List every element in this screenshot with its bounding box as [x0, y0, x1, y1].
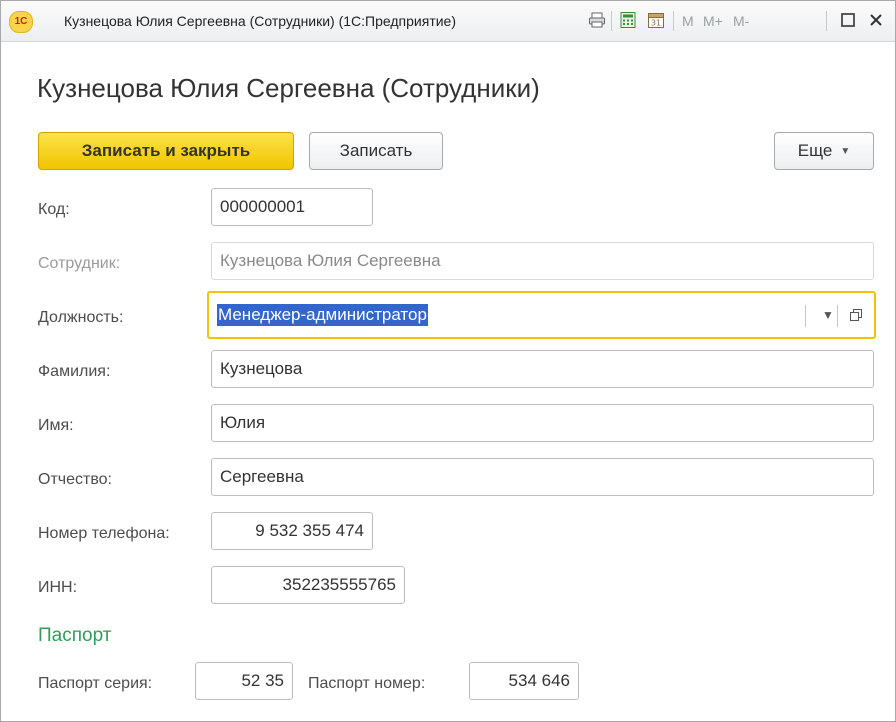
memory-button-m-minus[interactable]: M-	[733, 13, 749, 29]
toolbar-separator	[611, 11, 612, 31]
save-and-close-button[interactable]: Записать и закрыть	[38, 132, 294, 170]
open-form-icon[interactable]	[839, 298, 873, 332]
1c-logo-icon[interactable]: 1С	[9, 11, 33, 33]
calendar-icon[interactable]: 31	[645, 9, 667, 31]
maximize-icon[interactable]	[837, 9, 859, 31]
chevron-down-icon: ▼	[840, 145, 851, 157]
phone-field[interactable]: 9 532 355 474	[211, 512, 373, 550]
position-field[interactable]: Менеджер-администратор ▼	[207, 291, 876, 339]
toolbar-separator	[826, 11, 827, 31]
close-icon[interactable]	[865, 9, 887, 31]
toolbar-separator	[673, 11, 674, 31]
phone-label: Номер телефона:	[38, 525, 170, 542]
position-value: Менеджер-администратор	[217, 304, 428, 326]
save-button[interactable]: Записать	[309, 132, 443, 170]
patronymic-field[interactable]: Сергеевна	[211, 458, 874, 496]
more-button-label: Еще	[797, 141, 833, 160]
memory-button-m-plus[interactable]: M+	[703, 13, 723, 29]
calculator-icon[interactable]	[617, 9, 639, 31]
memory-button-m[interactable]: M	[682, 13, 694, 29]
dropdown-separator	[837, 305, 838, 327]
passport-number-label: Паспорт номер:	[308, 675, 426, 692]
title-bar: 1С Кузнецова Юлия Сергеевна (Сотрудники)…	[1, 1, 895, 42]
passport-series-field[interactable]: 52 35	[195, 662, 293, 700]
form-title: Кузнецова Юлия Сергеевна (Сотрудники)	[37, 73, 540, 103]
passport-series-label: Паспорт серия:	[38, 675, 153, 692]
position-label: Должность:	[38, 309, 124, 326]
code-field[interactable]: 000000001	[211, 188, 373, 226]
first-name-label: Имя:	[38, 417, 74, 434]
last-name-label: Фамилия:	[38, 363, 111, 380]
last-name-field[interactable]: Кузнецова	[211, 350, 874, 388]
window-title: Кузнецова Юлия Сергеевна (Сотрудники) (1…	[64, 13, 457, 29]
employee-form-window: 1С Кузнецова Юлия Сергеевна (Сотрудники)…	[0, 0, 896, 722]
print-icon[interactable]	[586, 9, 608, 31]
employee-field: Кузнецова Юлия Сергеевна	[211, 242, 874, 280]
passport-number-field[interactable]: 534 646	[469, 662, 579, 700]
passport-section-title: Паспорт	[38, 625, 112, 646]
employee-label: Сотрудник:	[38, 255, 121, 272]
more-button[interactable]: Еще ▼	[774, 132, 874, 170]
inn-label: ИНН:	[38, 579, 78, 596]
dropdown-separator	[805, 305, 806, 327]
inn-field[interactable]: 352235555765	[211, 566, 405, 604]
first-name-field[interactable]: Юлия	[211, 404, 874, 442]
calendar-day-text: 31	[651, 19, 661, 28]
code-label: Код:	[38, 201, 70, 218]
patronymic-label: Отчество:	[38, 471, 112, 488]
